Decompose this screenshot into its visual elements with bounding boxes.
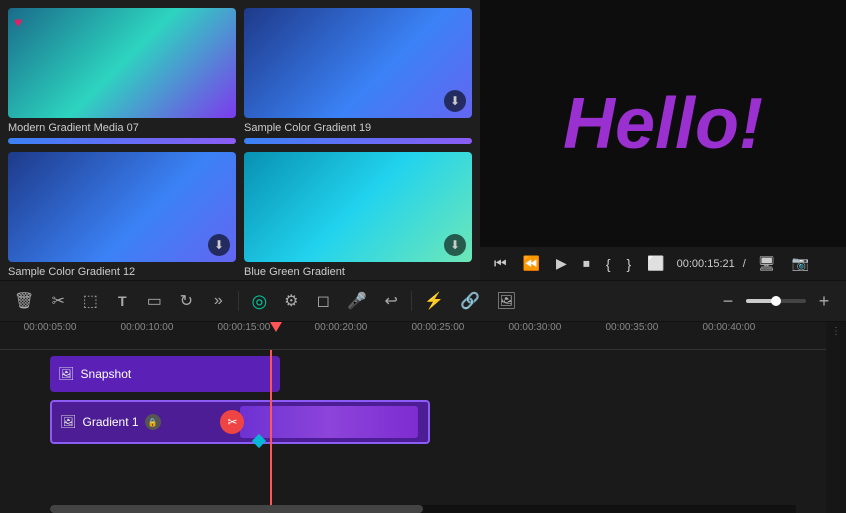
zoom-slider[interactable] — [746, 299, 806, 303]
frame-back-button[interactable]: ⏪ — [519, 253, 544, 274]
mask-tool[interactable]: ◻ — [309, 287, 337, 315]
timeline-tracks: 🖼 Snapshot 🖼 Gradient 1 🔒 ✂ — [0, 350, 846, 505]
edit-tool[interactable]: ⚡ — [418, 287, 450, 315]
divider-2 — [411, 291, 412, 311]
gradient-clip[interactable]: 🖼 Gradient 1 🔒 ✂ — [50, 400, 430, 444]
preview-text: Hello! — [563, 83, 763, 165]
export-tool[interactable]: ↩ — [377, 287, 405, 315]
image-tool[interactable]: 🖼 — [490, 287, 522, 315]
scroll-thumb — [50, 505, 423, 513]
link-tool[interactable]: 🔗 — [454, 287, 486, 315]
ruler-3: 00:00:20:00 — [315, 322, 368, 333]
zoom-controls: − + — [714, 287, 838, 315]
divider-1 — [238, 291, 239, 311]
cut-marker[interactable]: ✂ — [220, 410, 244, 434]
gradient-track-row: 🖼 Gradient 1 🔒 ✂ — [50, 398, 796, 446]
preview-video-area: Hello! — [480, 0, 846, 247]
playhead-top-arrow — [270, 322, 282, 332]
ruler-container: 00:00:05:00 00:00:10:00 00:00:15:00 00:0… — [50, 322, 796, 349]
media-item-3[interactable]: ⬇ Sample Color Gradient 12 — [8, 152, 236, 280]
timeline-area: 00:00:05:00 00:00:10:00 00:00:15:00 00:0… — [0, 322, 846, 513]
mark-out-button[interactable]: } — [623, 254, 636, 274]
gradient-inner-block — [240, 406, 418, 438]
shape-tool[interactable]: ▭ — [140, 287, 168, 315]
download-badge-2: ⬇ — [444, 90, 466, 112]
media-label-3: Sample Color Gradient 12 — [8, 266, 236, 278]
snapshot-clip[interactable]: 🖼 Snapshot — [50, 356, 280, 392]
thumbnail-2: ⬇ — [244, 8, 472, 118]
lock-icon: 🔒 — [145, 414, 161, 430]
thumbnail-1: ♥ — [8, 8, 236, 118]
ruler-1: 00:00:10:00 — [121, 322, 174, 333]
ruler-5: 00:00:30:00 — [508, 322, 561, 333]
ruler-0: 00:00:05:00 — [24, 322, 77, 333]
download-badge-3: ⬇ — [208, 234, 230, 256]
media-panel: ♥ Modern Gradient Media 07 ⬇ Sample Colo… — [0, 0, 480, 280]
snapshot-button[interactable]: 📷 — [788, 253, 813, 274]
media-item-4[interactable]: ⬇ Blue Green Gradient — [244, 152, 472, 280]
snapshot-track-row: 🖼 Snapshot — [50, 356, 796, 392]
current-time: 00:00:15:21 — [677, 258, 735, 270]
delete-tool[interactable]: 🗑 — [8, 287, 40, 315]
color-bar-1 — [8, 138, 236, 144]
ai-tool[interactable]: ◎ — [245, 287, 273, 315]
toolbar: 🗑 ✂ ⬚ T ▭ ↻ » ◎ ⚙ ◻ 🎤 ↩ ⚡ 🔗 🖼 − + — [0, 280, 846, 322]
crop-tool[interactable]: ⬚ — [76, 287, 104, 315]
timeline-ruler: 00:00:05:00 00:00:10:00 00:00:15:00 00:0… — [0, 322, 846, 350]
step-back-button[interactable]: ⏮ — [490, 253, 511, 274]
thumbnail-3: ⬇ — [8, 152, 236, 262]
text-tool[interactable]: T — [108, 287, 136, 315]
more-tools[interactable]: » — [204, 287, 232, 315]
ruler-6: 00:00:35:00 — [605, 322, 658, 333]
fullscreen-button[interactable]: ⬜ — [643, 253, 668, 274]
gradient-clip-icon: 🖼 — [60, 414, 77, 430]
color-bar-2 — [244, 138, 472, 144]
media-item-1[interactable]: ♥ Modern Gradient Media 07 — [8, 8, 236, 144]
ruler-2: 00:00:15:00 — [218, 322, 271, 333]
mark-in-button[interactable]: { — [602, 254, 615, 274]
ruler-4: 00:00:25:00 — [411, 322, 464, 333]
audio-tool[interactable]: 🎤 — [341, 287, 373, 315]
stop-button[interactable]: ⏹ — [579, 253, 594, 274]
right-tool-1[interactable]: ⋮ — [831, 326, 841, 337]
media-grid: ♥ Modern Gradient Media 07 ⬇ Sample Colo… — [8, 8, 472, 280]
zoom-out-button[interactable]: − — [714, 287, 742, 315]
heart-icon: ♥ — [14, 14, 22, 30]
snapshot-clip-icon: 🖼 — [58, 366, 75, 382]
preview-panel: Hello! ⏮ ⏪ ▶ ⏹ { } ⬜ 00:00:15:21 / 🖥 📷 — [480, 0, 846, 280]
bottom-scrollbar[interactable] — [50, 505, 796, 513]
zoom-in-button[interactable]: + — [810, 287, 838, 315]
playhead-line — [270, 350, 272, 505]
snapshot-clip-label: Snapshot — [81, 367, 132, 381]
preview-controls: ⏮ ⏪ ▶ ⏹ { } ⬜ 00:00:15:21 / 🖥 📷 — [480, 247, 846, 280]
gradient-clip-label: Gradient 1 — [83, 415, 139, 429]
media-label-2: Sample Color Gradient 19 — [244, 122, 472, 134]
thumbnail-4: ⬇ — [244, 152, 472, 262]
media-label-1: Modern Gradient Media 07 — [8, 122, 236, 134]
download-badge-4: ⬇ — [444, 234, 466, 256]
right-toolbar: ⋮ — [826, 322, 846, 513]
ruler-7: 00:00:40:00 — [702, 322, 755, 333]
monitor-button[interactable]: 🖥 — [754, 253, 780, 274]
play-button[interactable]: ▶ — [552, 253, 571, 274]
media-label-4: Blue Green Gradient — [244, 266, 472, 278]
rotate-tool[interactable]: ↻ — [172, 287, 200, 315]
total-time: / — [743, 258, 746, 270]
zoom-thumb — [771, 296, 781, 306]
cut-tool[interactable]: ✂ — [44, 287, 72, 315]
main-area: ♥ Modern Gradient Media 07 ⬇ Sample Colo… — [0, 0, 846, 280]
media-item-2[interactable]: ⬇ Sample Color Gradient 19 — [244, 8, 472, 144]
settings-tool[interactable]: ⚙ — [277, 287, 305, 315]
